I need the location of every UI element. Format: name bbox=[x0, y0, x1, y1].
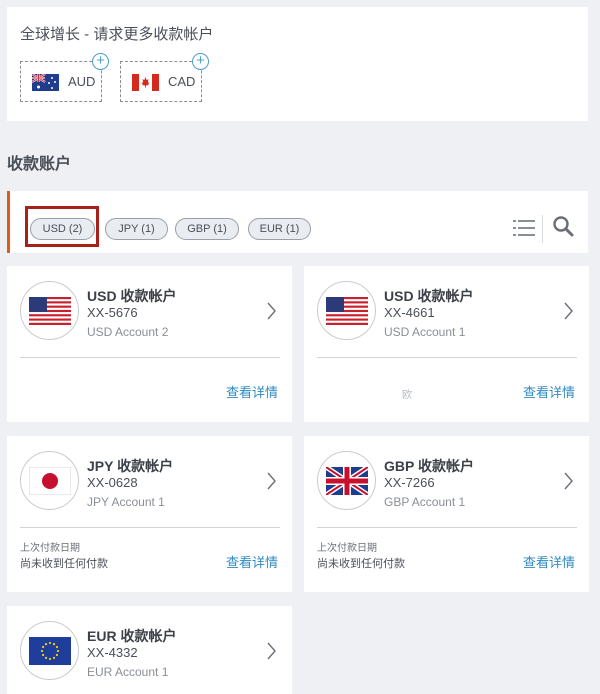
partial-text: 欧 bbox=[402, 390, 412, 401]
view-details-link[interactable]: 查看详情 bbox=[523, 552, 575, 571]
chevron-right-icon[interactable] bbox=[564, 302, 574, 320]
last-payment-value: 尚未收到任何付款 bbox=[20, 558, 108, 570]
add-currency-code: AUD bbox=[68, 74, 96, 89]
last-payment-value: 尚未收到任何付款 bbox=[317, 558, 405, 570]
account-number: XX-7266 bbox=[384, 475, 435, 490]
section-title: 收款账户 bbox=[7, 156, 72, 173]
currency-filter-bar: USD (2) JPY (1) GBP (1) EUR (1) bbox=[7, 191, 588, 253]
account-card-jpy[interactable]: JPY 收款帐户 XX-0628 JPY Account 1 上次付款日期 尚未… bbox=[7, 436, 292, 592]
account-name: JPY Account 1 bbox=[87, 495, 165, 509]
account-card-eur[interactable]: EUR 收款帐户 XX-4332 EUR Account 1 bbox=[7, 606, 292, 694]
global-growth-title: 全球增长 - 请求更多收款帐户 bbox=[20, 26, 214, 43]
view-details-link[interactable]: 查看详情 bbox=[226, 552, 278, 571]
global-growth-panel: 全球增长 - 请求更多收款帐户 AUD + CAD + bbox=[7, 7, 588, 121]
flag-badge bbox=[317, 451, 376, 510]
last-payment-label: 上次付款日期 bbox=[317, 543, 377, 554]
view-details-link[interactable]: 查看详情 bbox=[226, 382, 278, 401]
chevron-right-icon[interactable] bbox=[267, 302, 277, 320]
filter-chip-usd[interactable]: USD (2) bbox=[30, 218, 95, 240]
last-payment-label: 上次付款日期 bbox=[20, 543, 80, 554]
account-title: EUR 收款帐户 bbox=[87, 628, 177, 644]
flag-badge bbox=[20, 451, 79, 510]
add-cad-account-button[interactable]: CAD + bbox=[120, 53, 209, 102]
account-card-usd-1[interactable]: USD 收款帐户 XX-4661 USD Account 1 欧 查看详情 bbox=[304, 266, 589, 422]
card-divider bbox=[20, 527, 280, 528]
uk-flag-icon bbox=[326, 467, 368, 495]
list-view-icon[interactable] bbox=[512, 217, 536, 239]
account-title: GBP 收款帐户 bbox=[384, 458, 474, 474]
us-flag-icon bbox=[326, 297, 368, 325]
flag-badge bbox=[317, 281, 376, 340]
account-card-usd-2[interactable]: USD 收款帐户 XX-5676 USD Account 2 查看详情 bbox=[7, 266, 292, 422]
account-number: XX-0628 bbox=[87, 475, 138, 490]
eu-flag-icon bbox=[29, 637, 71, 665]
card-divider bbox=[317, 357, 577, 358]
account-title: USD 收款帐户 bbox=[87, 288, 177, 304]
account-title: JPY 收款帐户 bbox=[87, 458, 174, 474]
toolbar-divider bbox=[542, 215, 543, 243]
view-details-link[interactable]: 查看详情 bbox=[523, 382, 575, 401]
canada-flag-icon bbox=[132, 74, 159, 91]
us-flag-icon bbox=[29, 297, 71, 325]
add-currency-code: CAD bbox=[168, 74, 196, 89]
chevron-right-icon[interactable] bbox=[564, 472, 574, 490]
japan-flag-icon bbox=[29, 467, 71, 495]
account-card-gbp[interactable]: GBP 收款帐户 XX-7266 GBP Account 1 上次付款日期 尚未… bbox=[304, 436, 589, 592]
australia-flag-icon bbox=[32, 74, 59, 91]
account-number: XX-5676 bbox=[87, 305, 138, 320]
plus-circle-icon[interactable]: + bbox=[192, 53, 209, 70]
plus-circle-icon[interactable]: + bbox=[92, 53, 109, 70]
card-divider bbox=[317, 527, 577, 528]
card-divider bbox=[20, 357, 280, 358]
account-number: XX-4661 bbox=[384, 305, 435, 320]
filter-chip-eur[interactable]: EUR (1) bbox=[248, 218, 311, 240]
flag-badge bbox=[20, 621, 79, 680]
filter-chip-gbp[interactable]: GBP (1) bbox=[175, 218, 239, 240]
search-icon[interactable] bbox=[552, 215, 574, 237]
account-name: USD Account 2 bbox=[87, 325, 169, 339]
account-name: GBP Account 1 bbox=[384, 495, 466, 509]
account-name: USD Account 1 bbox=[384, 325, 466, 339]
filter-chip-jpy[interactable]: JPY (1) bbox=[105, 218, 168, 240]
chevron-right-icon[interactable] bbox=[267, 642, 277, 660]
flag-badge bbox=[20, 281, 79, 340]
account-name: EUR Account 1 bbox=[87, 665, 169, 679]
account-title: USD 收款帐户 bbox=[384, 288, 474, 304]
account-number: XX-4332 bbox=[87, 645, 138, 660]
chevron-right-icon[interactable] bbox=[267, 472, 277, 490]
add-aud-account-button[interactable]: AUD + bbox=[20, 53, 109, 102]
